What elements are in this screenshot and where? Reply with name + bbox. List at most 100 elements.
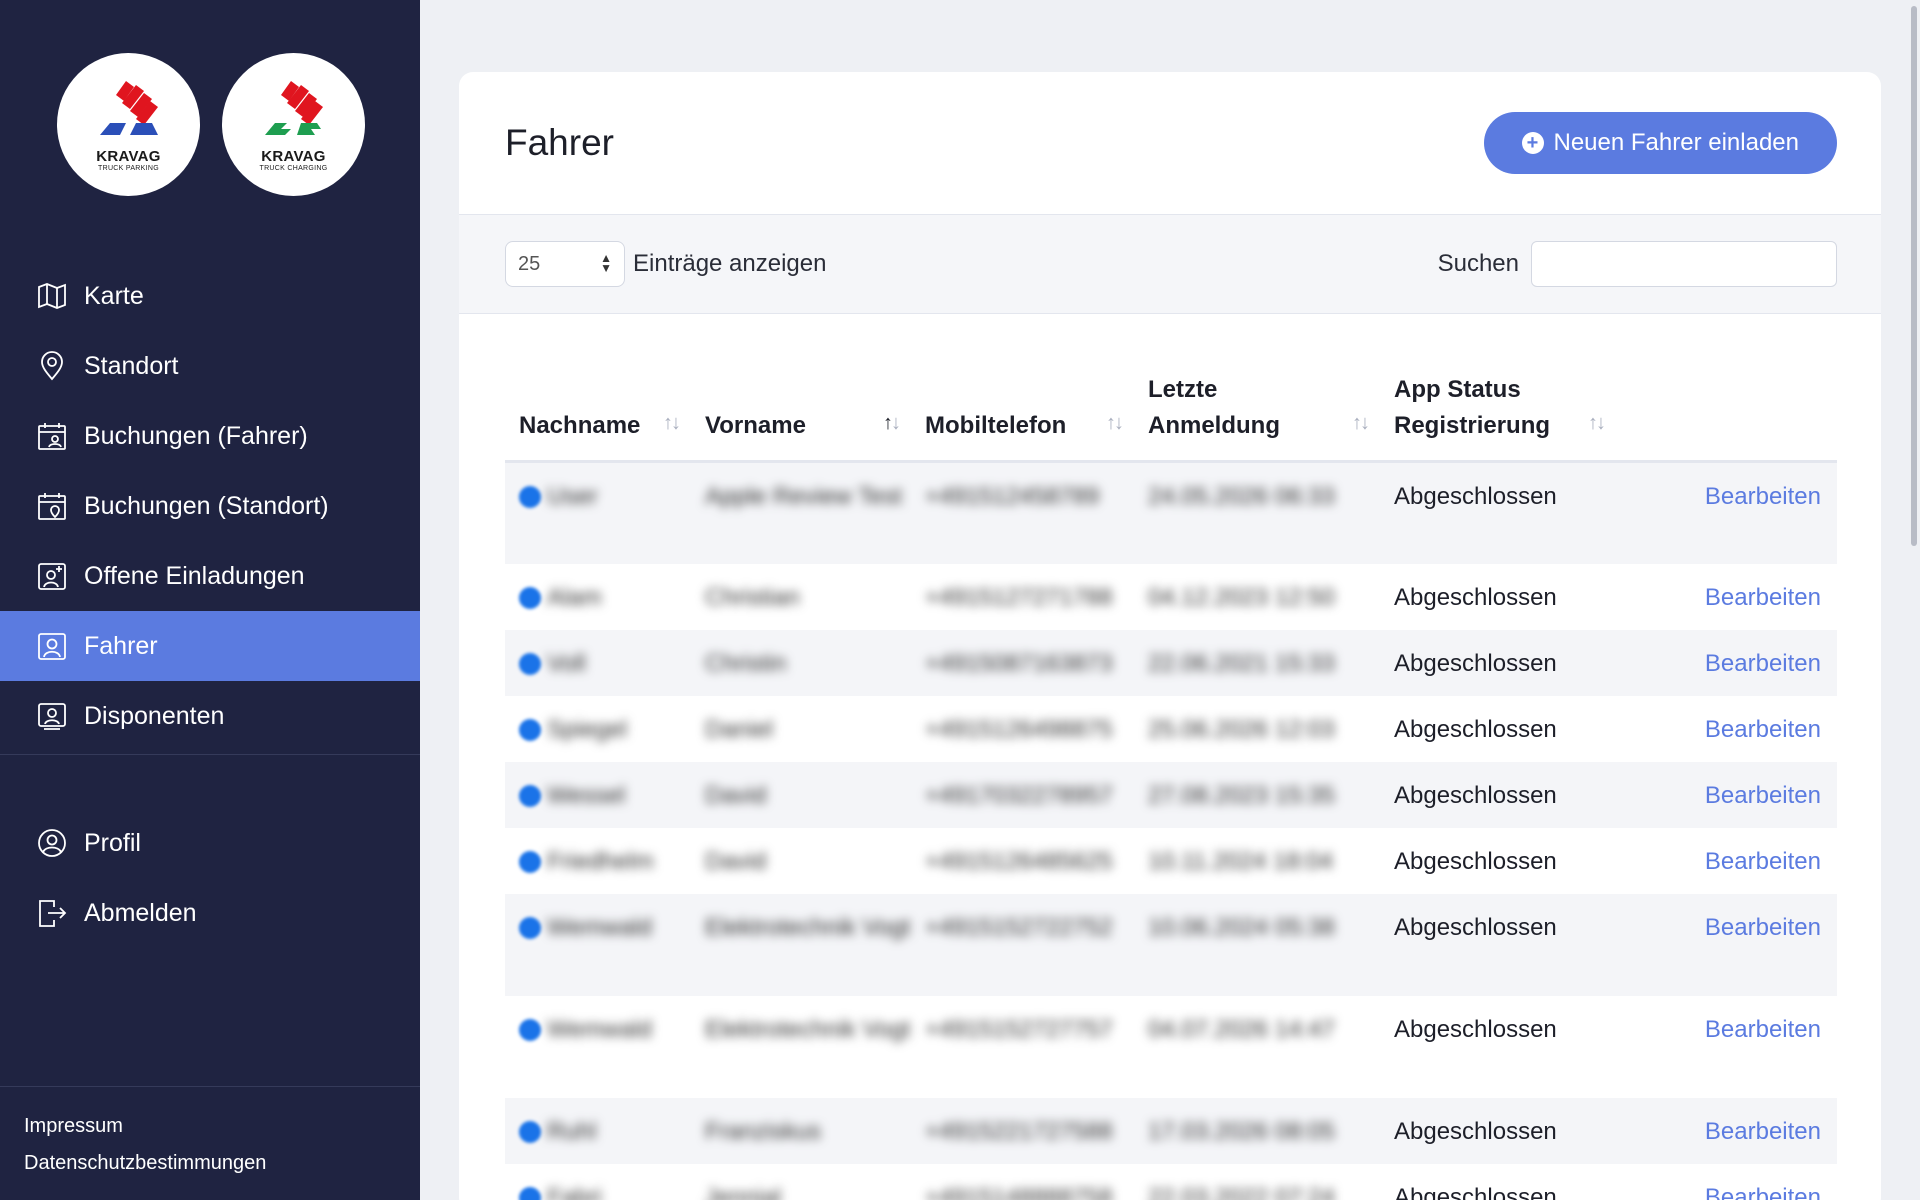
app-status-value: Abgeschlossen [1394,847,1557,875]
table-row[interactable]: Friedhelm David +4915126485625 10.11.2024 1… [505,828,1837,894]
nav-item-disponenten[interactable]: Disponenten [0,681,420,751]
first-name: Elektrotechnik Vogt [705,1015,911,1043]
cell-vorname: Elektrotechnik Vogt [691,996,911,1098]
edit-link[interactable]: Bearbeiten [1616,696,1837,762]
table-row[interactable]: Spiegel Daniel +4915126498875 25.06.2026 12… [505,696,1837,762]
cell-app-status: Abgeschlossen [1380,629,1616,696]
table-row[interactable]: Ruhl Franziskus +4915221727588 17.03.2026 0… [505,1097,1837,1164]
kravag-charging-emblem-icon [264,81,323,135]
cell-app-status: Abgeschlossen [1380,696,1616,762]
avatar-dot-icon [519,718,541,741]
table-row[interactable]: Wemwald Elektrotechnik Vogt +4915152727757… [505,996,1837,1098]
cell-app-status: Abgeschlossen [1380,461,1616,564]
first-name: David [705,781,767,809]
last-name: Voll [547,649,586,677]
column-header-vorname[interactable]: Vorname ↑↓ [691,372,911,463]
driver-icon [38,633,66,660]
cell-mobiltelefon: +4915127271788 [911,564,1134,630]
mobile-phone: +4915126485625 [925,847,1113,875]
table-row[interactable]: Fabri Jennial +4915148888758 22.03.2022 07:… [505,1164,1837,1200]
sort-ascending-icon[interactable]: ↑↓ [883,408,901,438]
cell-mobiltelefon: +491512458789 [911,461,1134,564]
column-header-mobiltelefon[interactable]: Mobiltelefon ↑↓ [911,372,1134,463]
app-status-value: Abgeschlossen [1394,781,1557,809]
app-status-value: Abgeschlossen [1394,913,1557,941]
invite-driver-button[interactable]: + Neuen Fahrer einladen [1483,112,1837,174]
header-label: Vorname [705,412,806,439]
table-row[interactable]: Alam Christian +4915127271788 04.12.2023 12… [505,564,1837,630]
nav-item-buchungen-standort[interactable]: Buchungen (Standort) [0,471,420,541]
search-label: Suchen [1437,250,1519,277]
calendar-pin-icon [38,493,66,520]
impressum-link[interactable]: Impressum [24,1115,420,1138]
card-header: Fahrer + Neuen Fahrer einladen [459,72,1881,215]
nav-item-abmelden[interactable]: Abmelden [0,878,420,948]
search-input[interactable] [1531,241,1837,287]
nav-item-label: Fahrer [84,631,158,660]
sort-arrows-icon[interactable]: ↑↓ [1352,408,1370,438]
cell-app-status: Abgeschlossen [1380,828,1616,894]
edit-link[interactable]: Bearbeiten [1616,828,1837,894]
first-name: Daniel [705,715,774,743]
nav-item-karte[interactable]: Karte [0,261,420,331]
nav-item-standort[interactable]: Standort [0,331,420,401]
scrollbar-thumb[interactable] [1911,6,1917,546]
avatar-dot-icon [519,652,541,675]
mobile-phone: +4915127271788 [925,583,1113,611]
edit-link[interactable]: Bearbeiten [1616,761,1837,828]
sort-arrows-icon[interactable]: ↑↓ [1106,408,1124,438]
header-label: Letzte Anmeldung [1148,376,1280,439]
column-header-letzte-anmeldung[interactable]: Letzte Anmeldung ↑↓ [1134,372,1380,463]
edit-link[interactable]: Bearbeiten [1616,564,1837,630]
cell-letzte-anmeldung: 22.06.2021 15:33 [1134,629,1380,696]
page-size-select[interactable]: 25 ▲ ▼ [505,241,625,287]
sort-arrows-icon[interactable]: ↑↓ [663,408,681,438]
table-header-row: Nachname ↑↓ Vorname ↑↓ Mobiltelefon ↑↓ Letz… [505,372,1837,463]
kravag-truck-charging-logo[interactable]: KRAVAG TRUCK CHARGING [222,53,365,196]
nav-item-label: Offene Einladungen [84,561,305,590]
search-control: Suchen [1438,241,1837,287]
nav-item-buchungen-fahrer[interactable]: Buchungen (Fahrer) [0,401,420,471]
main-nav: Karte Standort Buchungen (Fahrer) Buchun… [0,261,420,751]
table-row[interactable]: Voll Christin +4915087163873 22.06.2021 15:… [505,629,1837,696]
edit-link[interactable]: Bearbeiten [1616,996,1837,1098]
page-size-control: 25 ▲ ▼ Einträge anzeigen [505,241,826,287]
sidebar-footer: Impressum Datenschutzbestimmungen [0,1086,420,1189]
table-row[interactable]: User Apple Review Test +491512458789 24.05.… [505,461,1837,564]
nav-item-profil[interactable]: Profil [0,808,420,878]
sort-arrows-icon[interactable]: ↑↓ [1588,408,1606,438]
privacy-link[interactable]: Datenschutzbestimmungen [24,1152,420,1175]
app-status-value: Abgeschlossen [1394,1183,1557,1200]
edit-link[interactable]: Bearbeiten [1616,1097,1837,1164]
logo-group: KRAVAG TRUCK PARKING KRAVAG TRUCK CHARGI… [57,53,365,196]
table-row[interactable]: Wemwald Elektrotechnik Vogt +4915152722752… [505,893,1837,996]
kravag-truck-parking-logo[interactable]: KRAVAG TRUCK PARKING [57,53,200,196]
nav-item-label: Karte [84,281,144,310]
account-nav: Profil Abmelden [0,808,420,948]
avatar-dot-icon [519,486,541,508]
edit-link[interactable]: Bearbeiten [1616,893,1837,996]
cell-mobiltelefon: +4915152722752 [911,893,1134,996]
cell-vorname: Daniel [691,696,911,762]
cell-letzte-anmeldung: 22.03.2022 07:24 [1134,1164,1380,1200]
first-name: Jennial [705,1183,782,1200]
mobile-phone: +4915152722752 [925,913,1113,941]
cell-app-status: Abgeschlossen [1380,564,1616,630]
first-name: Franziskus [705,1117,822,1145]
edit-link[interactable]: Bearbeiten [1616,629,1837,696]
nav-item-label: Profil [84,828,141,857]
edit-link[interactable]: Bearbeiten [1616,461,1837,564]
table-row[interactable]: Wessel David +4917032278957 27.08.2023 15:3… [505,761,1837,828]
page-scrollbar[interactable] [1906,0,1920,1200]
edit-link[interactable]: Bearbeiten [1616,1164,1837,1200]
nav-item-fahrer[interactable]: Fahrer [0,611,420,681]
cell-vorname: David [691,761,911,828]
avatar-dot-icon [519,916,541,939]
mobile-phone: +4915087163873 [925,649,1113,677]
header-label: Nachname [519,412,641,439]
column-header-nachname[interactable]: Nachname ↑↓ [505,372,691,463]
column-header-app-status[interactable]: App Status Registrierung ↑↓ [1380,372,1616,463]
cell-vorname: Elektrotechnik Vogt [691,893,911,996]
nav-item-offene-einladungen[interactable]: Offene Einladungen [0,541,420,611]
mobile-phone: +4915126498875 [925,715,1113,743]
